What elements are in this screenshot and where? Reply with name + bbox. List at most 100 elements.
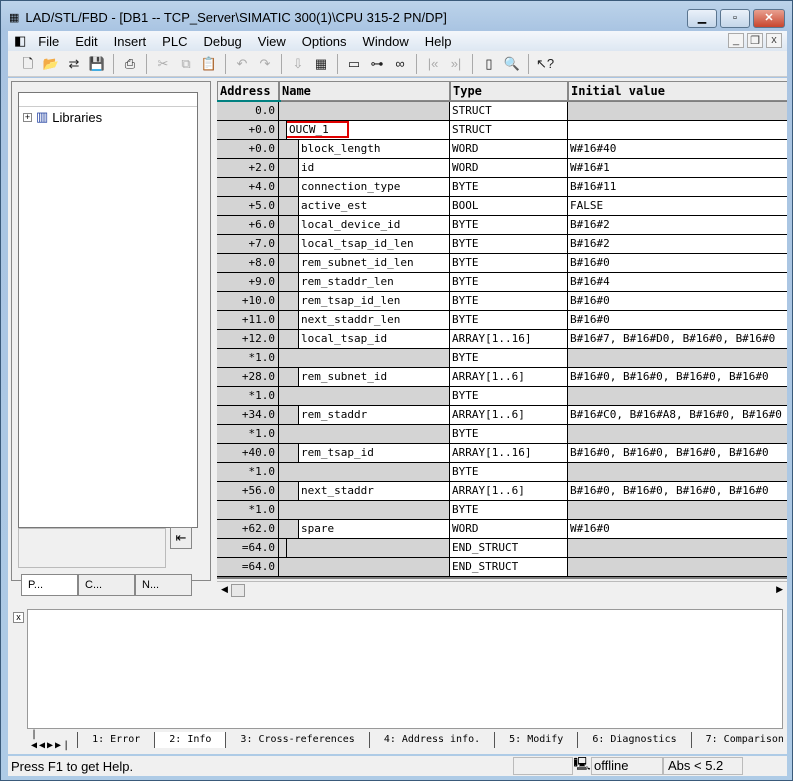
initial-value-cell[interactable]: [568, 558, 787, 577]
initial-value-cell[interactable]: B#16#0: [568, 254, 787, 273]
mdi-minimize-button[interactable]: _: [728, 33, 744, 48]
minimize-button[interactable]: ▁: [687, 9, 717, 28]
type-cell[interactable]: BYTE: [450, 235, 568, 254]
name-cell[interactable]: [287, 539, 450, 558]
column-header-initial-value[interactable]: Initial value: [568, 81, 787, 101]
mdi-close-button[interactable]: x: [766, 33, 782, 48]
type-cell[interactable]: BOOL: [450, 197, 568, 216]
name-cell[interactable]: [279, 425, 450, 444]
name-cell[interactable]: id: [299, 159, 450, 178]
type-cell[interactable]: BYTE: [450, 425, 568, 444]
maximize-button[interactable]: ▫: [720, 9, 750, 28]
help-pointer-icon[interactable]: ↖?: [535, 54, 555, 74]
initial-value-cell[interactable]: [568, 349, 787, 368]
name-cell[interactable]: local_device_id: [299, 216, 450, 235]
redo-icon[interactable]: ↷: [255, 54, 275, 74]
print-icon[interactable]: ⎙: [120, 54, 140, 74]
type-cell[interactable]: BYTE: [450, 501, 568, 520]
column-header-address[interactable]: Address: [217, 81, 279, 101]
output-tab-1[interactable]: 1: Error: [77, 732, 154, 748]
type-cell[interactable]: BYTE: [450, 463, 568, 482]
mdi-restore-button[interactable]: ❐: [747, 33, 763, 48]
menu-file[interactable]: File: [30, 34, 67, 49]
undo-icon[interactable]: ↶: [232, 54, 252, 74]
type-cell[interactable]: BYTE: [450, 273, 568, 292]
name-cell[interactable]: [279, 501, 450, 520]
menu-options[interactable]: Options: [294, 34, 355, 49]
name-cell[interactable]: [279, 387, 450, 406]
type-cell[interactable]: ARRAY[1..6]: [450, 406, 568, 425]
copy-icon[interactable]: ⧉: [176, 54, 196, 74]
menu-debug[interactable]: Debug: [195, 34, 249, 49]
initial-value-cell[interactable]: [568, 539, 787, 558]
name-cell[interactable]: rem_subnet_id_len: [299, 254, 450, 273]
initial-value-cell[interactable]: B#16#0, B#16#0, B#16#0, B#16#0: [568, 368, 787, 387]
type-cell[interactable]: WORD: [450, 140, 568, 159]
next-error-icon[interactable]: »|: [446, 54, 466, 74]
initial-value-cell[interactable]: W#16#40: [568, 140, 787, 159]
menu-plc[interactable]: PLC: [154, 34, 195, 49]
menu-insert[interactable]: Insert: [106, 34, 155, 49]
initial-value-cell[interactable]: B#16#2: [568, 216, 787, 235]
output-tab-3[interactable]: 3: Cross-references: [225, 732, 368, 748]
prev-error-icon[interactable]: |«: [423, 54, 443, 74]
type-cell[interactable]: BYTE: [450, 349, 568, 368]
initial-value-cell[interactable]: B#16#0, B#16#0, B#16#0, B#16#0: [568, 444, 787, 463]
output-tab-2[interactable]: 2: Info: [154, 732, 226, 748]
initial-value-cell[interactable]: B#16#0: [568, 311, 787, 330]
close-button[interactable]: ✕: [753, 9, 785, 28]
initial-value-cell[interactable]: [568, 425, 787, 444]
tab-scroll-buttons[interactable]: |◀◀▶▶|: [31, 729, 71, 751]
initial-value-cell[interactable]: [568, 387, 787, 406]
output-tab-4[interactable]: 4: Address info.: [368, 732, 494, 748]
network-open-icon[interactable]: ⇄: [64, 54, 84, 74]
initial-value-cell[interactable]: B#16#7, B#16#D0, B#16#0, B#16#0: [568, 330, 787, 349]
initial-value-cell[interactable]: W#16#0: [568, 520, 787, 539]
column-header-type[interactable]: Type: [450, 81, 568, 101]
name-cell[interactable]: spare: [299, 520, 450, 539]
initial-value-cell[interactable]: [568, 501, 787, 520]
type-cell[interactable]: END_STRUCT: [450, 558, 568, 577]
overview-icon[interactable]: ▯: [479, 54, 499, 74]
name-cell[interactable]: rem_tsap_id: [299, 444, 450, 463]
left-tab-2[interactable]: N...: [135, 574, 192, 596]
name-cell[interactable]: block_length: [299, 140, 450, 159]
name-cell[interactable]: active_est: [299, 197, 450, 216]
type-cell[interactable]: BYTE: [450, 216, 568, 235]
type-cell[interactable]: STRUCT: [450, 102, 568, 121]
initial-value-cell[interactable]: [568, 121, 787, 140]
save-icon[interactable]: 💾: [87, 54, 107, 74]
initial-value-cell[interactable]: B#16#0, B#16#0, B#16#0, B#16#0: [568, 482, 787, 501]
horizontal-scrollbar[interactable]: ◀ ▶: [217, 581, 787, 599]
details-icon[interactable]: 🔍: [502, 54, 522, 74]
type-cell[interactable]: BYTE: [450, 178, 568, 197]
open-icon[interactable]: 📂: [41, 54, 61, 74]
name-cell[interactable]: [279, 463, 450, 482]
name-cell[interactable]: [279, 558, 450, 577]
name-cell[interactable]: rem_subnet_id: [299, 368, 450, 387]
output-close-button[interactable]: x: [13, 612, 24, 623]
network-icon[interactable]: ⊶: [367, 54, 387, 74]
name-cell[interactable]: connection_type: [299, 178, 450, 197]
type-cell[interactable]: ARRAY[1..16]: [450, 330, 568, 349]
column-header-name[interactable]: Name: [279, 81, 450, 101]
initial-value-cell[interactable]: [568, 463, 787, 482]
cut-icon[interactable]: ✂: [153, 54, 173, 74]
type-cell[interactable]: STRUCT: [450, 121, 568, 140]
output-tab-6[interactable]: 6: Diagnostics: [577, 732, 690, 748]
type-cell[interactable]: BYTE: [450, 292, 568, 311]
document-icon[interactable]: ◧: [8, 33, 30, 49]
output-tab-5[interactable]: 5: Modify: [494, 732, 577, 748]
menu-view[interactable]: View: [250, 34, 294, 49]
menu-window[interactable]: Window: [355, 34, 417, 49]
initial-value-cell[interactable]: B#16#2: [568, 235, 787, 254]
type-cell[interactable]: WORD: [450, 159, 568, 178]
expand-icon[interactable]: +: [23, 112, 32, 122]
output-tab-7[interactable]: 7: Comparison: [690, 732, 793, 748]
name-cell[interactable]: rem_staddr: [299, 406, 450, 425]
name-cell[interactable]: next_staddr_len: [299, 311, 450, 330]
name-cell[interactable]: local_tsap_id: [299, 330, 450, 349]
left-tab-0[interactable]: P...: [21, 574, 78, 596]
declaration-view-icon[interactable]: ▭: [344, 54, 364, 74]
name-cell[interactable]: rem_tsap_id_len: [299, 292, 450, 311]
